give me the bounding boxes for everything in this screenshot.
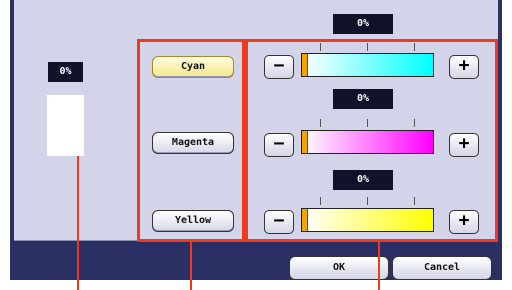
preview-swatch	[47, 95, 84, 156]
cyan-value: 0%	[333, 14, 393, 34]
buttons-leader-line	[190, 242, 192, 290]
sliders-leader-line	[378, 242, 380, 290]
ok-button[interactable]: OK	[289, 256, 389, 280]
preview-value: 0%	[48, 62, 83, 82]
dialog-frame: 0% Cyan Magenta Yellow 0% 0% 0% − − − + …	[0, 0, 512, 290]
preview-leader-line	[77, 156, 79, 290]
color-buttons-callout	[137, 39, 245, 242]
cancel-button[interactable]: Cancel	[392, 256, 492, 280]
sliders-callout	[245, 39, 498, 242]
